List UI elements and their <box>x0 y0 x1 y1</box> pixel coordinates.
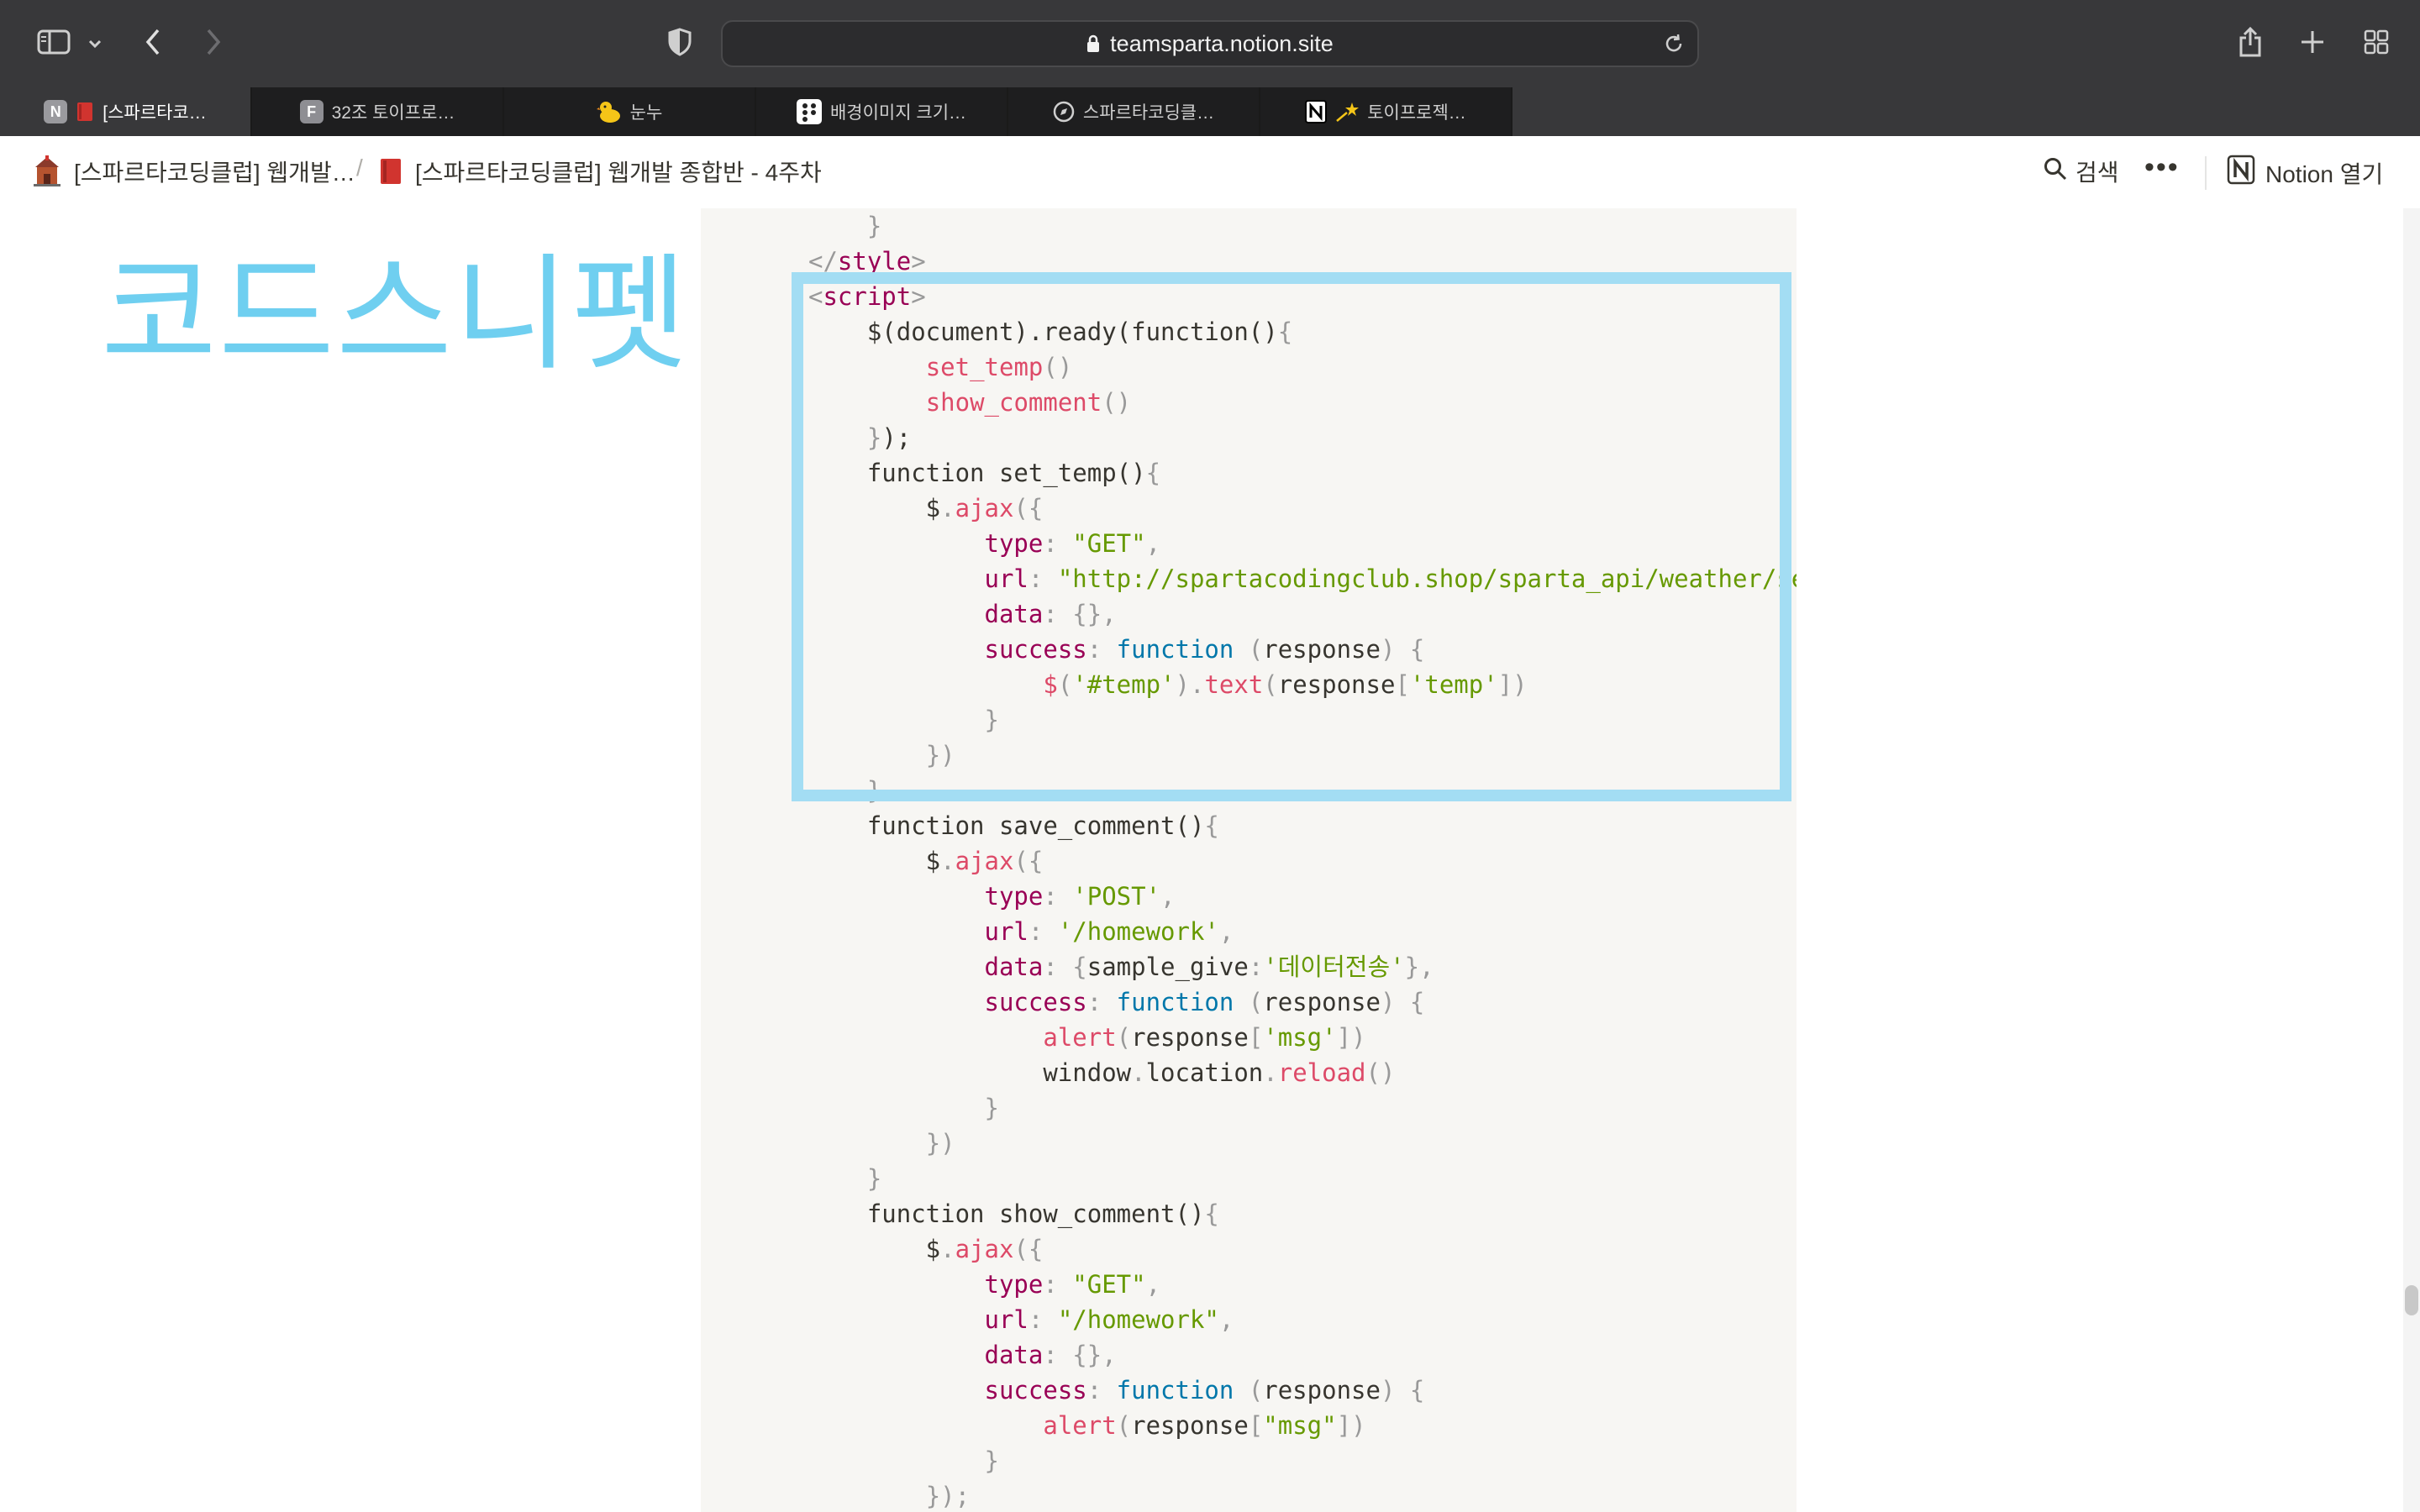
code-line: function save_comment(){ <box>808 811 1219 840</box>
more-icon: ••• <box>2144 151 2180 183</box>
f-favicon-icon: F <box>299 100 324 123</box>
code-line: url: '/homework', <box>984 917 1234 946</box>
browser-tab-5[interactable]: 스파르타코딩클… <box>1008 87 1260 136</box>
tab-group-dropdown-button[interactable] <box>84 22 106 66</box>
chevron-down-icon <box>87 36 103 52</box>
tab-label: 스파르타코딩클… <box>1082 103 1215 123</box>
code-snippet-heading: 코드스니펫 <box>101 242 690 388</box>
school-building-icon <box>32 155 62 187</box>
code-line: } <box>866 212 882 240</box>
code-line: data: {sample_give:'데이터전송'}, <box>984 953 1434 981</box>
code-line: } <box>984 1094 999 1122</box>
lock-icon <box>1086 34 1100 53</box>
notion-favicon-icon: N <box>44 100 68 123</box>
sidebar-icon <box>37 29 71 58</box>
code-line: } <box>866 1164 882 1193</box>
divider <box>2205 156 2207 190</box>
search-button[interactable]: 검색 <box>2044 155 2119 188</box>
open-in-notion-button[interactable]: Notion 열기 <box>2227 155 2383 191</box>
browser-tab-2[interactable]: F 32조 토이프로… <box>252 87 504 136</box>
tab-label: [스파르타코… <box>103 103 207 123</box>
browser-tab-1[interactable]: N [스파르타코… <box>0 87 252 136</box>
notion-logo-icon <box>2227 155 2265 191</box>
address-bar[interactable]: teamsparta.notion.site <box>721 20 1699 67</box>
share-icon <box>2238 26 2263 61</box>
reload-icon[interactable] <box>1662 32 1686 61</box>
grid-icon <box>2364 29 2389 58</box>
code-line: } <box>984 1446 999 1475</box>
chevron-right-icon <box>204 28 223 60</box>
browser-tab-4[interactable]: 배경이미지 크기… <box>756 87 1008 136</box>
code-line: alert(response["msg"]) <box>1043 1411 1366 1440</box>
tab-bar: N [스파르타코… F 32조 토이프로… 눈누 배경이미지 크기… 스파르타코… <box>0 87 2420 136</box>
more-options-button[interactable]: ••• <box>2144 151 2180 184</box>
tab-bar-empty-area <box>1512 87 2420 136</box>
notion-topbar: [스파르타코딩클럽] 웹개발… / [스파르타코딩클럽] 웹개발 종합반 - 4… <box>0 136 2420 208</box>
breadcrumb-text: [스파르타코딩클럽] 웹개발 종합반 - 4주차 <box>415 160 822 186</box>
privacy-report-button[interactable] <box>662 22 697 66</box>
tab-overview-button[interactable] <box>2358 22 2395 66</box>
scrollbar-track[interactable] <box>2403 208 2420 1512</box>
chevron-left-icon <box>144 28 162 60</box>
browser-toolbar: teamsparta.notion.site <box>0 0 2420 87</box>
tab-label: 32조 토이프로… <box>331 103 455 123</box>
address-text: teamsparta.notion.site <box>1110 30 1334 56</box>
compass-icon <box>1053 101 1075 123</box>
plus-icon <box>2300 29 2325 58</box>
notion-logo-icon <box>1305 100 1328 123</box>
code-line: $.ajax({ <box>808 847 1044 875</box>
scrollbar-thumb[interactable] <box>2405 1285 2418 1315</box>
tab-label: 배경이미지 크기… <box>829 103 967 123</box>
tab-label: 눈누 <box>629 103 663 123</box>
code-line: type: "GET", <box>984 1270 1161 1299</box>
search-label: 검색 <box>2075 160 2119 186</box>
forward-button[interactable] <box>197 22 230 66</box>
tab-label: 토이프로젝… <box>1367 103 1466 123</box>
sidebar-toggle-button[interactable] <box>32 22 76 66</box>
code-line: }); <box>925 1482 971 1510</box>
shooting-star-icon <box>1335 101 1360 123</box>
share-button[interactable] <box>2232 22 2269 66</box>
code-line: function show_comment(){ <box>808 1200 1219 1228</box>
new-tab-button[interactable] <box>2294 22 2331 66</box>
code-line: data: {}, <box>984 1341 1117 1369</box>
code-line: window.location.reload() <box>808 1058 1396 1087</box>
code-line: success: function (response) { <box>984 1376 1425 1404</box>
code-line: alert(response['msg']) <box>1043 1023 1366 1052</box>
shield-icon <box>667 28 692 60</box>
back-button[interactable] <box>136 22 170 66</box>
code-line: url: "/homework", <box>984 1305 1234 1334</box>
code-line: $.ajax({ <box>808 1235 1044 1263</box>
search-icon <box>2044 157 2075 186</box>
duck-favicon-icon <box>596 100 622 123</box>
breadcrumb-item-1[interactable]: [스파르타코딩클럽] 웹개발… <box>32 155 355 188</box>
breadcrumb-separator: / <box>356 155 363 181</box>
breadcrumb-text: [스파르타코딩클럽] 웹개발… <box>74 160 355 186</box>
browser-tab-3[interactable]: 눈누 <box>504 87 756 136</box>
code-line: type: 'POST', <box>984 882 1176 911</box>
highlight-annotation-box <box>792 272 1791 801</box>
open-in-notion-label: Notion 열기 <box>2265 160 2384 187</box>
code-line: success: function (response) { <box>984 988 1425 1016</box>
breadcrumb-item-2[interactable]: [스파르타코딩클럽] 웹개발 종합반 - 4주차 <box>378 155 822 188</box>
dots-favicon-icon <box>796 99 822 124</box>
red-book-icon <box>76 101 94 123</box>
browser-tab-6[interactable]: 토이프로젝… <box>1260 87 1512 136</box>
code-line: }) <box>925 1129 955 1158</box>
red-book-icon <box>378 157 403 186</box>
